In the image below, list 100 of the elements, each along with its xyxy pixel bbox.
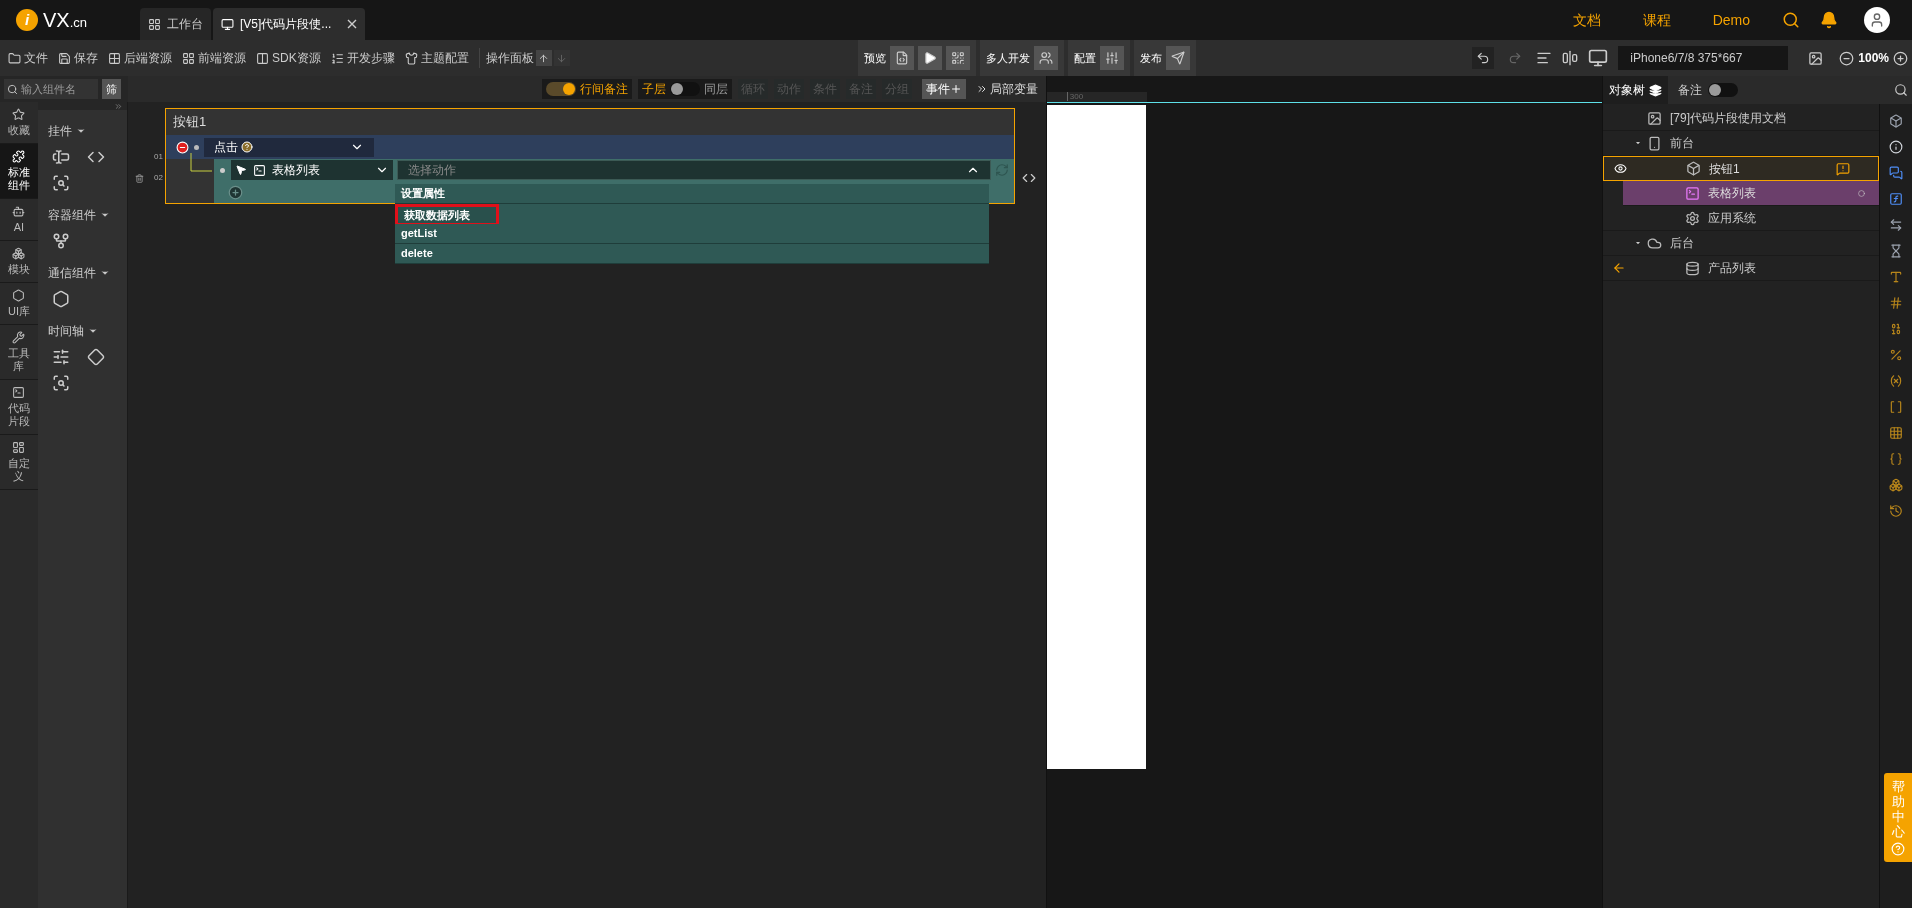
screenshot-icon[interactable] [1808,50,1824,66]
object-icon[interactable] [1889,452,1903,466]
group-title[interactable]: 通信组件 [47,258,127,288]
layer-switch[interactable] [669,82,700,96]
tool-label: 预览 [863,50,886,66]
menu-button[interactable]: SDK资源 [256,49,321,67]
menu-button[interactable]: 主题配置 [404,49,469,67]
tree-row[interactable]: [79]代码片段使用文档 [1603,106,1879,131]
send-button[interactable] [1165,46,1190,70]
trigger-dropdown[interactable]: 点击 [203,137,374,157]
menu-button[interactable]: 后端资源 [108,49,172,67]
menu-option[interactable]: 获取数据列表 [394,204,499,224]
swap-icon[interactable] [1889,218,1903,232]
group-title[interactable]: 时间轴 [47,316,127,346]
event-button[interactable]: 事件 [921,79,966,99]
binary-icon[interactable] [1889,322,1903,336]
trash-icon[interactable] [135,173,145,183]
eye-icon[interactable] [1613,162,1627,175]
add-action-icon[interactable] [227,184,243,200]
variable-icon[interactable] [1889,374,1903,388]
close-icon[interactable] [347,19,358,29]
menu-button[interactable]: 文件 [8,49,48,67]
group-title[interactable]: 容器组件 [47,200,127,230]
hexagon-icon[interactable] [51,290,70,308]
search-field[interactable]: 输入组件名 [3,79,98,99]
bell-icon[interactable] [1820,11,1838,29]
nav-item[interactable]: UI库 [0,283,38,325]
hourglass-icon[interactable] [1889,244,1903,258]
note-icon[interactable] [1836,161,1850,176]
action-select[interactable]: 选择动作 [396,160,991,180]
menu-button[interactable]: 开发步骤 [330,49,395,67]
type-icon[interactable] [1889,270,1903,284]
nav-link[interactable]: 文档 [1572,9,1601,31]
connector-line [189,153,212,173]
move-up-button[interactable] [535,50,552,66]
code-icon[interactable] [1021,171,1036,185]
align-center-icon[interactable] [1562,50,1579,66]
device-field[interactable]: iPhone6/7/8 375*667 [1618,46,1789,70]
branch-icon[interactable] [51,232,70,250]
local-vars-button[interactable]: 局部变量 [971,79,1042,99]
percent-icon[interactable] [1889,348,1903,362]
text-field-icon[interactable] [51,148,70,166]
nav-item[interactable]: 代码片段 [0,380,38,435]
object-tree-tab[interactable]: 对象树 [1603,76,1668,104]
function-icon[interactable] [1889,192,1903,206]
nav-item[interactable]: 自定义 [0,435,38,490]
users-button[interactable] [1033,46,1058,70]
help-icon [1891,842,1905,856]
number-icon[interactable] [1889,296,1903,310]
tab[interactable]: [V5]代码片段使... [213,8,366,40]
target-dropdown[interactable]: 表格列表 [230,160,393,180]
filter-button[interactable]: 筛 [101,79,121,99]
undo-button[interactable] [1472,47,1495,69]
file-play-button[interactable] [889,46,914,70]
align-left-icon[interactable] [1536,50,1553,66]
group-title-text: 容器组件 [47,207,96,224]
nav-link[interactable]: Demo [1712,9,1750,31]
nav-item[interactable]: 工具库 [0,325,38,380]
tab[interactable]: 工作台 [140,8,211,40]
history-icon[interactable] [1889,504,1903,518]
play-button[interactable] [917,46,942,70]
qr-code-button[interactable] [945,46,970,70]
menu-button[interactable]: 保存 [58,49,98,67]
tree-row[interactable]: 产品列表 [1603,256,1879,281]
info-icon[interactable] [1889,140,1903,154]
boxes-icon[interactable] [1889,478,1903,492]
circles-icon [12,247,26,260]
tree-row[interactable]: 表格列表 [1623,181,1879,206]
sliders-icon[interactable] [51,348,70,366]
monitor-icon[interactable] [1588,48,1609,68]
grid-icon[interactable] [1889,426,1903,440]
avatar[interactable] [1864,7,1890,33]
toggle-switch[interactable] [545,82,576,96]
tree-row[interactable]: 应用系统 [1603,206,1879,231]
zoom-out-icon[interactable] [1839,50,1855,66]
inspect-icon[interactable] [51,374,70,392]
note-switch[interactable] [1708,83,1738,97]
nav-item[interactable]: 模块 [0,241,38,283]
inline-note-switch[interactable]: 行间备注 [541,79,632,99]
selection-icon[interactable] [51,174,70,192]
tree-row[interactable]: 后台 [1603,231,1879,256]
nav-item[interactable]: AI [0,199,38,241]
group-title[interactable]: 挂件 [47,116,127,146]
chat-icon[interactable] [1889,166,1903,180]
array-icon[interactable] [1889,400,1903,414]
diamond-icon[interactable] [86,348,105,366]
puzzle-icon [12,150,26,163]
menu-option[interactable]: delete [394,244,989,264]
menu-option[interactable]: getList [394,224,989,244]
zoom-in-icon[interactable] [1893,50,1908,66]
nav-link[interactable]: 课程 [1642,9,1671,31]
remove-icon[interactable] [175,140,189,154]
list-icon [330,51,344,65]
search-icon[interactable] [1894,83,1908,97]
box-icon[interactable] [1889,114,1903,128]
nav-item[interactable]: 标准组件 [0,144,38,199]
search-icon[interactable] [1782,11,1800,29]
tree-row[interactable]: 按钮1 [1603,156,1879,181]
sliders-button[interactable] [1099,46,1124,70]
menu-button[interactable]: 前端资源 [182,49,246,67]
